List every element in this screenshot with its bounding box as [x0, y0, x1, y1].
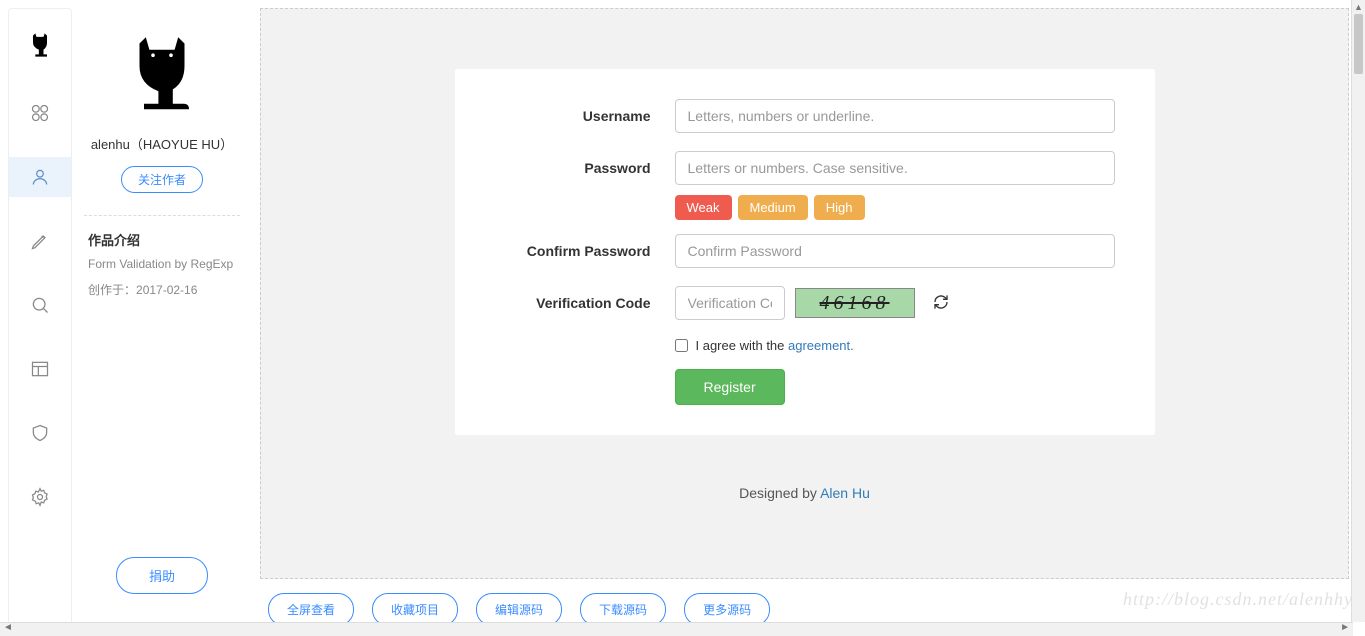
agreement-checkbox[interactable]	[675, 339, 688, 352]
verification-code-label: Verification Code	[485, 295, 675, 311]
password-label: Password	[485, 160, 675, 176]
username-label: Username	[485, 108, 675, 124]
donate-button[interactable]: 捐助	[116, 557, 208, 594]
captcha-image[interactable]: 46168	[795, 288, 915, 318]
registration-form: Username Password Weak Medium High Confi…	[455, 69, 1155, 435]
watermark-text: http://blog.csdn.net/alenhhy	[1123, 589, 1353, 610]
refresh-captcha-icon[interactable]	[933, 294, 949, 313]
search-icon[interactable]	[9, 285, 71, 325]
author-avatar	[117, 30, 207, 120]
preview-panel: Username Password Weak Medium High Confi…	[260, 8, 1349, 579]
pencil-icon[interactable]	[9, 221, 71, 261]
logo-icon[interactable]	[9, 21, 71, 69]
follow-author-button[interactable]: 关注作者	[121, 166, 203, 193]
agreement-text: I agree with the	[696, 338, 789, 353]
designed-by: Designed by Alen Hu	[261, 485, 1348, 501]
password-input[interactable]	[675, 151, 1115, 185]
confirm-password-label: Confirm Password	[485, 243, 675, 259]
sidebar: alenhu（HAOYUE HU） 关注作者 作品介绍 Form Validat…	[72, 0, 252, 636]
captcha-text: 46168	[820, 292, 890, 315]
vertical-scrollbar[interactable]	[1351, 0, 1365, 622]
username-input[interactable]	[675, 99, 1115, 133]
strength-high-badge: High	[814, 195, 865, 220]
strength-medium-badge: Medium	[738, 195, 808, 220]
intro-title: 作品介绍	[84, 230, 140, 249]
agreement-row: I agree with the agreement.	[675, 338, 1115, 353]
created-date: 创作于：2017-02-16	[84, 281, 197, 298]
layout-icon[interactable]	[9, 349, 71, 389]
register-button[interactable]: Register	[675, 369, 785, 405]
divider	[84, 215, 240, 216]
designer-link[interactable]: Alen Hu	[820, 485, 870, 501]
main-area: Username Password Weak Medium High Confi…	[252, 0, 1365, 636]
confirm-password-input[interactable]	[675, 234, 1115, 268]
verification-code-input[interactable]	[675, 286, 785, 320]
horizontal-scrollbar[interactable]	[0, 622, 1353, 636]
apps-icon[interactable]	[9, 93, 71, 133]
strength-weak-badge: Weak	[675, 195, 732, 220]
intro-description: Form Validation by RegExp	[84, 257, 233, 271]
author-name: alenhu（HAOYUE HU）	[91, 136, 233, 154]
user-icon[interactable]	[9, 157, 71, 197]
settings-icon[interactable]	[9, 477, 71, 517]
agreement-link[interactable]: agreement.	[788, 338, 854, 353]
icon-rail	[8, 8, 72, 628]
shield-icon[interactable]	[9, 413, 71, 453]
password-strength: Weak Medium High	[675, 195, 1115, 220]
